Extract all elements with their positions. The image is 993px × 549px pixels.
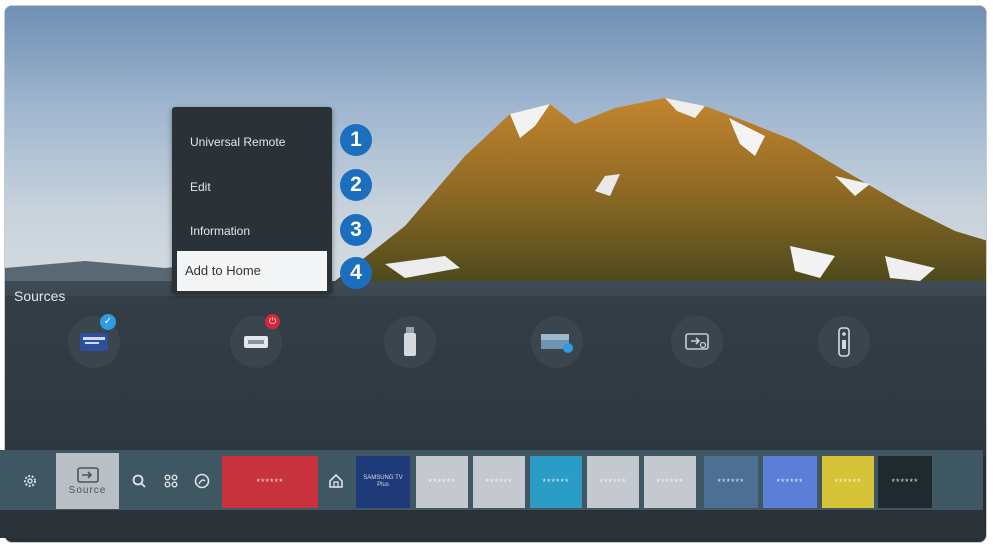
sources-title: Sources [14,288,66,304]
app-tile-7-label: ****** [656,477,684,487]
connection-guide-icon [685,333,709,350]
source-icon [76,466,99,483]
samsung-tv-plus-icon [80,333,108,351]
source-usb[interactable] [384,316,436,368]
app-tile-10-label: ****** [834,477,862,487]
app-tile-6-label: ****** [599,477,627,487]
home-icon [329,473,343,488]
app-tile-samsung-tv-plus[interactable]: SAMSUNG TV Plus [356,456,410,508]
app-tile-1[interactable]: ****** [222,456,318,508]
power-badge-icon: ⏻ [265,314,280,329]
home-button[interactable] [322,452,350,509]
app-tile-9[interactable]: ****** [763,456,817,508]
check-badge-icon: ✓ [100,314,116,330]
app-tile-5[interactable]: ****** [530,456,582,508]
app-tile-8-label: ****** [717,477,745,487]
menu-item-information[interactable]: Information [190,224,250,238]
remote-icon [838,327,850,357]
usb-icon [404,327,416,356]
sources-panel [5,281,986,456]
app-tile-11[interactable]: ****** [878,456,932,508]
callout-3: 3 [340,214,372,246]
screen-mirror-icon [541,334,573,353]
source-connection-guide[interactable] [671,316,723,368]
source-button[interactable]: Source [56,453,119,509]
callout-2: 2 [340,169,372,201]
callout-1: 1 [340,124,372,156]
source-universal-remote[interactable] [818,316,870,368]
bottom-strip [0,510,983,538]
source-screen-mirror[interactable] [531,316,583,368]
app-tile-8[interactable]: ****** [704,456,758,508]
app-tile-3[interactable]: ****** [416,456,468,508]
settings-button[interactable] [12,452,48,509]
app-tile-5-label: ****** [542,477,570,487]
hdmi-icon [244,336,268,348]
ambient-icon [194,473,210,488]
apps-icon [164,474,178,487]
app-tile-1-label: ****** [256,477,284,487]
source-button-label: Source [68,484,107,496]
app-tile-6[interactable]: ****** [587,456,639,508]
app-tile-4-label: ****** [485,477,513,487]
menu-item-edit[interactable]: Edit [190,180,211,194]
app-tile-3-label: ****** [428,477,456,487]
gear-icon [24,474,36,487]
apps-button[interactable] [160,452,182,509]
menu-item-universal-remote[interactable]: Universal Remote [190,135,285,149]
background-mountain [5,98,986,281]
search-button[interactable] [128,452,150,509]
app-tile-samsung-label: SAMSUNG TV Plus [363,475,403,488]
app-tile-4[interactable]: ****** [473,456,525,508]
app-tile-9-label: ****** [776,477,804,487]
app-tile-11-label: ****** [891,477,919,487]
app-tile-7[interactable]: ****** [644,456,696,508]
search-icon [132,474,146,488]
app-tile-10[interactable]: ****** [822,456,874,508]
ambient-button[interactable] [191,452,213,509]
callout-4: 4 [340,257,372,289]
menu-item-add-to-home[interactable]: Add to Home [177,251,327,291]
